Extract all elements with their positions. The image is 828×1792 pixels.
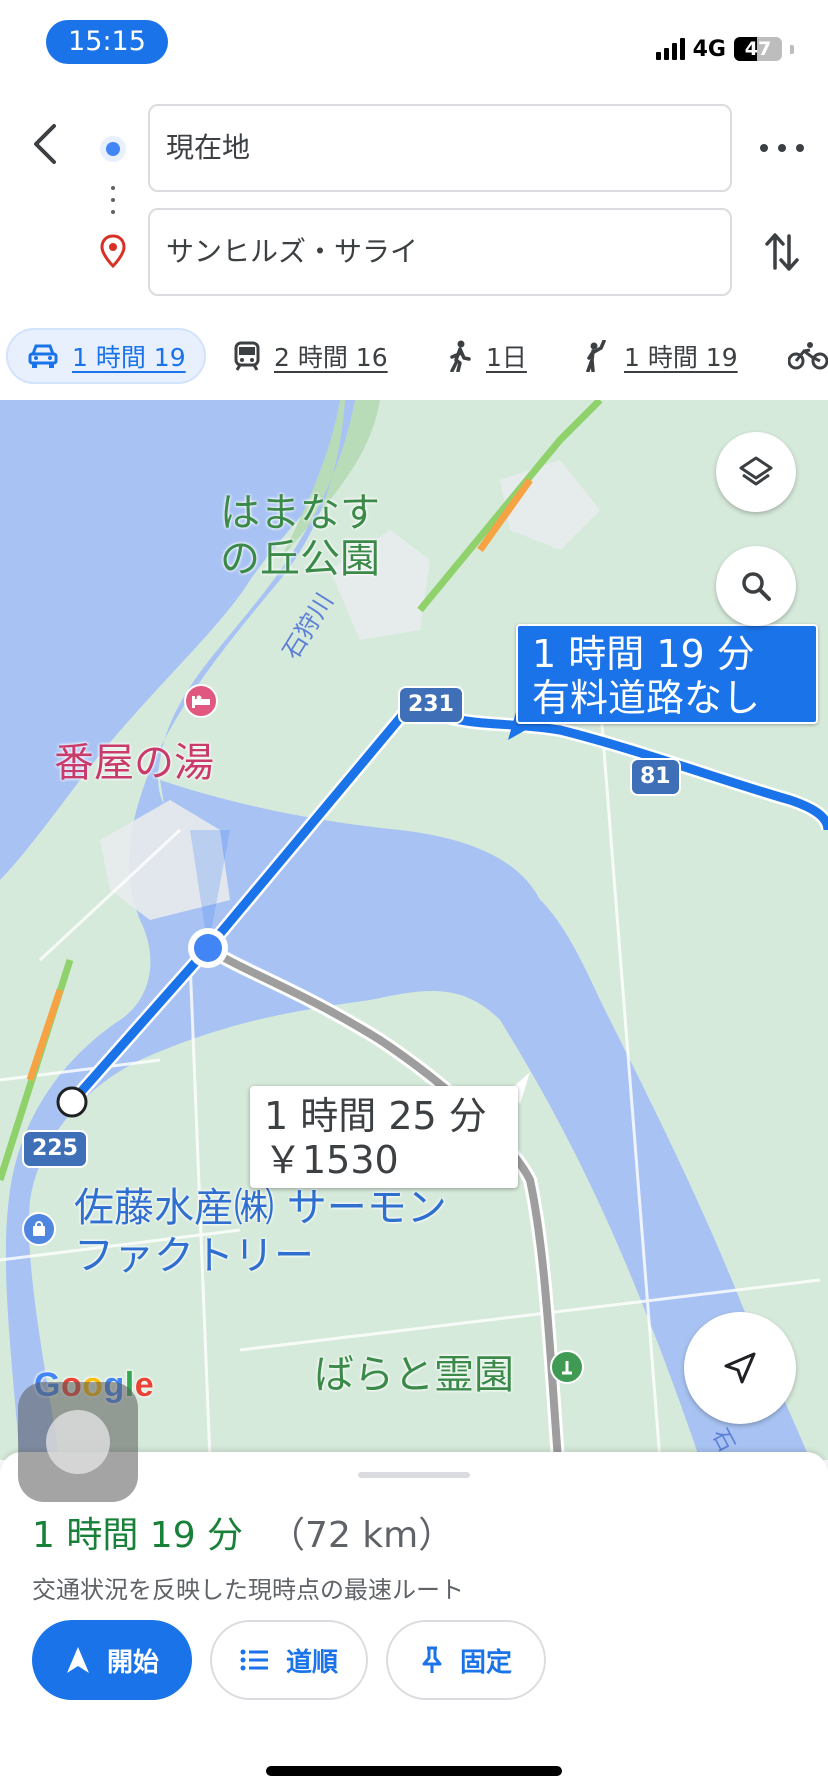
pin-icon bbox=[422, 1646, 442, 1673]
signal-icon bbox=[655, 38, 685, 60]
shop-label[interactable]: 佐藤水産㈱ サーモン ファクトリー bbox=[74, 1184, 447, 1280]
list-icon bbox=[240, 1649, 268, 1671]
route-summary-sheet: 1 時間 19 分 （72 km） 交通状況を反映した現時点の最速ルート 開始 道… bbox=[0, 1452, 828, 1792]
pin-button-label: 固定 bbox=[459, 1647, 512, 1678]
mode-ride-hail-tab[interactable]: 1 時間 19 bbox=[584, 328, 738, 384]
mode-walk-tab[interactable]: 1日 bbox=[448, 328, 527, 384]
mode-transit-tab[interactable]: 2 時間 16 bbox=[234, 328, 388, 384]
shop-label-line2: ファクトリー bbox=[74, 1233, 314, 1279]
back-button[interactable] bbox=[26, 122, 66, 166]
shopping-bag-icon[interactable] bbox=[22, 1212, 56, 1246]
route-shield-225: 225 bbox=[22, 1130, 88, 1168]
mode-drive-label: 1 時間 19 bbox=[72, 343, 186, 372]
onsen-label[interactable]: 番屋の湯 bbox=[54, 730, 214, 788]
travel-mode-bar: 1 時間 19 2 時間 16 1日 1 時間 19 bbox=[0, 326, 828, 398]
train-icon bbox=[234, 341, 260, 371]
hotel-icon[interactable] bbox=[184, 684, 218, 718]
connector-dots-icon bbox=[111, 186, 115, 214]
alt-route-toll: ￥1530 bbox=[264, 1138, 399, 1182]
ride-hail-icon bbox=[586, 340, 606, 372]
battery-icon: 47 bbox=[734, 37, 782, 61]
mode-drive-tab[interactable]: 1 時間 19 bbox=[6, 328, 206, 384]
battery-nub bbox=[790, 44, 794, 54]
bike-icon bbox=[788, 342, 828, 370]
park-label-line2: の丘公園 bbox=[220, 536, 380, 582]
swap-icon bbox=[765, 233, 799, 271]
navigation-arrow-icon bbox=[724, 1352, 756, 1384]
status-icons: 4G 47 bbox=[655, 34, 794, 64]
start-button-label: 開始 bbox=[106, 1647, 159, 1678]
route-shield-231: 231 bbox=[398, 686, 464, 724]
search-icon bbox=[742, 572, 771, 601]
route-shield-81: 81 bbox=[630, 758, 681, 796]
layers-button[interactable] bbox=[716, 432, 796, 512]
alt-route-time: 1 時間 25 分 bbox=[264, 1094, 487, 1138]
route-distance: （72 km） bbox=[269, 1515, 455, 1556]
main-route-callout[interactable]: 1 時間 19 分 有料道路なし bbox=[516, 624, 818, 724]
swap-button[interactable] bbox=[762, 228, 802, 276]
cemetery-icon[interactable] bbox=[550, 1350, 584, 1384]
mode-transit-label: 2 時間 16 bbox=[274, 343, 388, 372]
map-canvas bbox=[0, 400, 828, 1460]
walk-icon bbox=[450, 340, 471, 372]
mode-walk-label: 1日 bbox=[486, 343, 527, 372]
navigation-icon bbox=[66, 1647, 89, 1673]
google-logo-letter: e bbox=[134, 1366, 155, 1404]
route-duration: 1 時間 19 分 bbox=[32, 1515, 244, 1556]
steps-button-label: 道順 bbox=[285, 1647, 338, 1678]
home-indicator[interactable] bbox=[266, 1766, 562, 1776]
destination-pin-icon bbox=[99, 234, 127, 269]
steps-button[interactable]: 道順 bbox=[210, 1620, 368, 1700]
route-note: 交通状況を反映した現時点の最速ルート bbox=[32, 1576, 464, 1604]
my-location-button[interactable] bbox=[684, 1312, 796, 1424]
network-type: 4G bbox=[692, 36, 726, 62]
main-route-note: 有料道路なし bbox=[532, 676, 761, 720]
battery-percent: 47 bbox=[744, 38, 772, 60]
destination-input[interactable]: サンヒルズ・サライ bbox=[148, 208, 732, 296]
car-icon bbox=[28, 344, 58, 368]
origin-dot-icon bbox=[100, 136, 126, 162]
mode-bike-tab[interactable] bbox=[788, 328, 828, 384]
search-along-route-button[interactable] bbox=[716, 546, 796, 626]
mode-ride-hail-label: 1 時間 19 bbox=[624, 343, 738, 372]
pin-button[interactable]: 固定 bbox=[386, 1620, 546, 1700]
alt-route-callout[interactable]: 1 時間 25 分 ￥1530 bbox=[250, 1086, 518, 1188]
back-arrow-icon bbox=[34, 124, 56, 164]
park-label-line1: はまなす bbox=[220, 490, 380, 536]
start-button[interactable]: 開始 bbox=[32, 1620, 192, 1700]
route-summary: 1 時間 19 分 （72 km） bbox=[32, 1506, 454, 1558]
origin-input[interactable]: 現在地 bbox=[148, 104, 732, 192]
sheet-drag-handle[interactable] bbox=[358, 1472, 470, 1478]
shop-label-line1: 佐藤水産㈱ サーモン bbox=[74, 1185, 447, 1231]
more-options-button[interactable] bbox=[760, 130, 804, 166]
map-view[interactable]: はまなす の丘公園 石狩川 番屋の湯 231 81 225 1 時間 19 分 … bbox=[0, 400, 828, 1460]
assistive-touch-button[interactable] bbox=[18, 1382, 138, 1502]
main-route-time: 1 時間 19 分 bbox=[532, 632, 755, 676]
cemetery-label[interactable]: ばらと霊園 bbox=[314, 1342, 514, 1400]
park-label: はまなす の丘公園 bbox=[220, 490, 380, 582]
layers-icon bbox=[739, 456, 773, 486]
status-time: 15:15 bbox=[46, 20, 168, 64]
